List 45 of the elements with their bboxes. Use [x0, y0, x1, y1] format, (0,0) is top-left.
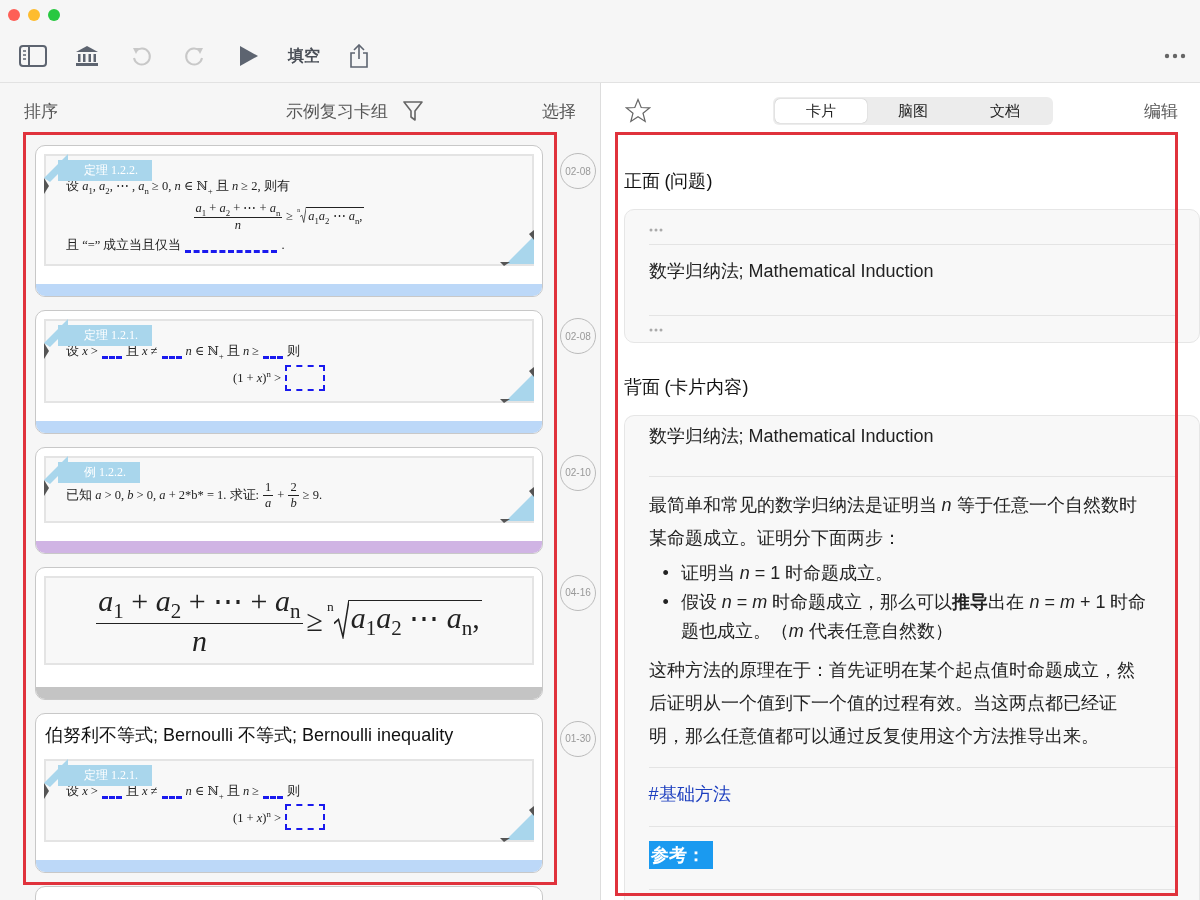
- review-card[interactable]: a$_{1}$ + a$_{2}$ + ⋯ + a$_{n}$ n ≥$^{n}$ a$_{1}$a$_{2}$ ⋯ a$_{n}$,: [35, 566, 543, 700]
- math-text: 则: [287, 343, 301, 361]
- math-text: n ∈ ℕ$_{+}$ 且 n ≥: [185, 343, 260, 361]
- sort-button[interactable]: 排序: [24, 99, 58, 123]
- fraction-denominator: a: [264, 495, 273, 511]
- math-text: 则: [287, 782, 301, 800]
- fraction-denominator: b: [289, 495, 298, 511]
- hashtag-link[interactable]: #基础方法: [648, 778, 731, 816]
- math-text: ≥ 9.: [302, 487, 322, 503]
- fill-blank-button[interactable]: 填空: [288, 45, 320, 67]
- root-index: n: [327, 600, 334, 615]
- view-tab[interactable]: 脑图: [866, 99, 959, 123]
- radicand: a$_{1}$a$_{2}$ ⋯ a$_{n}$,: [306, 207, 365, 226]
- bullet-marker: •: [662, 562, 669, 585]
- fraction-numerator: 2: [288, 479, 299, 496]
- math-text: .: [281, 238, 285, 253]
- math-text: (1 + x)$^{n}$ >: [233, 368, 281, 387]
- highlighted-label: 参考：: [648, 841, 713, 869]
- paragraph: 这种方法的原理在于：首先证明在某个起点值时命题成立，然后证明从一个值到下一个值的过程有效。当这两点都已经证明，那么任意值都可以通过反复使用这个方法推导出来。: [648, 659, 1136, 748]
- view-tab[interactable]: 卡片: [774, 99, 867, 123]
- fraction-numerator: a$_{1}$ + a$_{2}$ + ⋯ + a$_{n}$: [193, 199, 283, 218]
- answer-title: 数学归纳法; Mathematical Induction: [648, 425, 935, 448]
- math-text: (1 + x)$^{n}$ >: [233, 808, 281, 826]
- math-text: 且 “=” 成立当且仅当: [66, 237, 182, 254]
- question-text: 数学归纳法; Mathematical Induction: [648, 260, 935, 283]
- math-text: n ∈ ℕ$_{+}$ 且 n ≥: [185, 782, 260, 801]
- radicand: a$_{1}$a$_{2}$ ⋯ a$_{n}$,: [348, 600, 482, 641]
- math-text: 已知 a > 0, b > 0, a + 2*b* = 1. 求证:: [66, 486, 260, 504]
- bullet-marker: •: [662, 591, 669, 614]
- list-item: 假设 n = m 时命题成立，那么可以推导出在 n = m + 1 时命题也成立。（m 代表任意自然数）: [680, 591, 1148, 643]
- select-button[interactable]: 选择: [541, 99, 576, 123]
- math-text: +: [277, 487, 285, 503]
- math-text: ≥: [306, 603, 323, 637]
- section-heading: 正面 (问题): [623, 170, 714, 193]
- deck-title: 示例复习卡组: [285, 100, 388, 123]
- fraction-numerator: a$_{1}$ + a$_{2}$ + ⋯ + a$_{n}$: [96, 583, 303, 624]
- fraction-denominator: n: [233, 218, 242, 233]
- math-text: ≥: [286, 208, 294, 224]
- view-tab[interactable]: 文档: [958, 99, 1051, 123]
- list-item: 证明当 n = 1 时命题成立。: [680, 562, 894, 585]
- section-heading: 背面 (卡片内容): [623, 376, 750, 399]
- fraction-numerator: 1: [263, 479, 274, 496]
- fraction-denominator: n: [190, 623, 208, 657]
- card-title: 伯努利不等式; Bernoulli 不等式; Bernoulli inequality: [44, 723, 455, 747]
- edit-button[interactable]: 编辑: [1144, 99, 1178, 123]
